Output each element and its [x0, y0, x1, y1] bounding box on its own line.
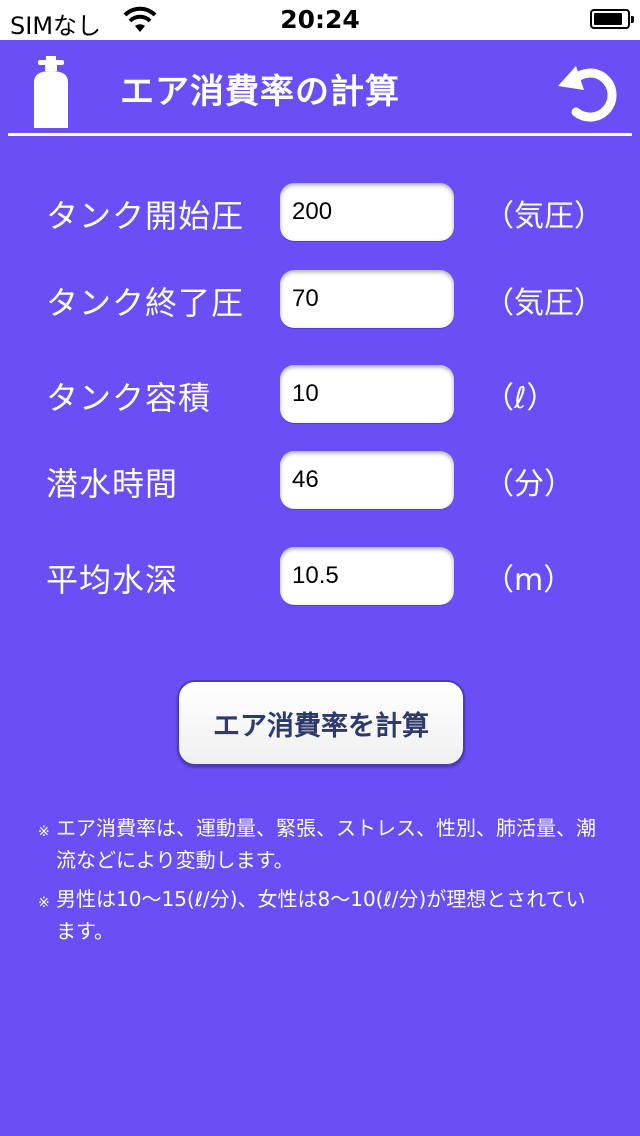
average-depth-unit: （m）: [484, 563, 574, 598]
battery-icon: [590, 9, 634, 29]
air-tank-icon: [34, 56, 68, 128]
status-time: 20:24: [280, 5, 360, 34]
page-title: エア消費率の計算: [120, 72, 400, 112]
start-pressure-unit: （気圧）: [484, 199, 604, 234]
form-row-average-depth: 平均水深 （m）: [0, 547, 640, 607]
note-mark: ※: [38, 895, 50, 911]
dive-time-unit: （分）: [484, 467, 574, 502]
form-row-start-pressure: タンク開始圧 （気圧）: [0, 183, 640, 243]
end-pressure-unit: （気圧）: [484, 286, 604, 321]
tank-volume-input[interactable]: [280, 365, 454, 423]
app-screen: エア消費率の計算 タンク開始圧 （気圧） タンク終了圧 （気圧） タンク容積 （…: [0, 40, 640, 1136]
header-divider: [8, 133, 632, 136]
form-row-tank-volume: タンク容積 （ℓ）: [0, 365, 640, 425]
dive-time-input[interactable]: [280, 451, 454, 509]
status-bar: SIMなし 20:24: [0, 0, 640, 40]
nav-bar: エア消費率の計算: [0, 40, 640, 136]
note-ideal-rate: ※ 男性は10〜15(ℓ/分)、女性は8〜10(ℓ/分)が理想とされています。: [38, 883, 598, 947]
tank-volume-label: タンク容積: [46, 379, 212, 417]
note-consumption-factors: ※ エア消費率は、運動量、緊張、ストレス、性別、肺活量、潮流などにより変動します…: [38, 812, 598, 876]
note-mark: ※: [38, 824, 50, 840]
dive-time-label: 潜水時間: [46, 465, 179, 503]
calculate-button[interactable]: エア消費率を計算: [177, 680, 465, 766]
form-row-dive-time: 潜水時間 （分）: [0, 451, 640, 511]
start-pressure-label: タンク開始圧: [46, 197, 245, 235]
note-text: エア消費率は、運動量、緊張、ストレス、性別、肺活量、潮流などにより変動します。: [56, 816, 596, 872]
tank-volume-unit: （ℓ）: [484, 381, 557, 416]
average-depth-input[interactable]: [280, 547, 454, 605]
average-depth-label: 平均水深: [46, 561, 179, 599]
form-row-end-pressure: タンク終了圧 （気圧）: [0, 270, 640, 330]
note-text: 男性は10〜15(ℓ/分)、女性は8〜10(ℓ/分)が理想とされています。: [56, 887, 586, 943]
undo-icon[interactable]: [556, 60, 622, 124]
end-pressure-label: タンク終了圧: [46, 284, 245, 322]
end-pressure-input[interactable]: [280, 270, 454, 328]
start-pressure-input[interactable]: [280, 183, 454, 241]
